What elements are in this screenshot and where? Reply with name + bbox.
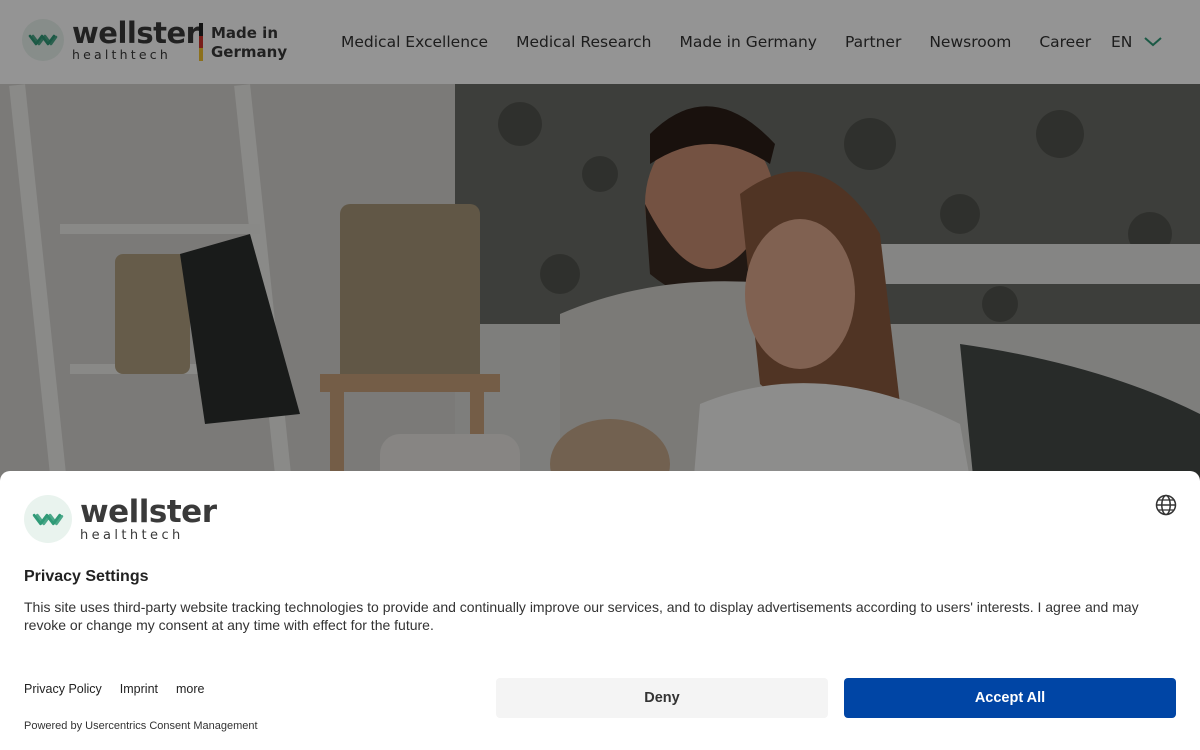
consent-title: Privacy Settings <box>24 568 149 585</box>
deny-button[interactable]: Deny <box>496 678 828 718</box>
consent-logo-wordmark: wellster <box>80 493 217 530</box>
consent-logo: wellster healthtech <box>24 495 217 543</box>
globe-icon[interactable] <box>1155 494 1177 516</box>
consent-logo-subtitle: healthtech <box>80 527 184 543</box>
more-link[interactable]: more <box>176 682 204 696</box>
wellster-logo-icon <box>24 495 72 543</box>
accept-all-button[interactable]: Accept All <box>844 678 1176 718</box>
consent-description: This site uses third-party website track… <box>24 599 1139 633</box>
consent-links: Privacy Policy Imprint more <box>24 682 204 696</box>
imprint-link[interactable]: Imprint <box>120 682 158 696</box>
powered-by-text: Powered by Usercentrics Consent Manageme… <box>24 720 258 732</box>
privacy-policy-link[interactable]: Privacy Policy <box>24 682 102 696</box>
privacy-consent-banner: wellster healthtech Privacy Settings Thi… <box>0 471 1200 750</box>
